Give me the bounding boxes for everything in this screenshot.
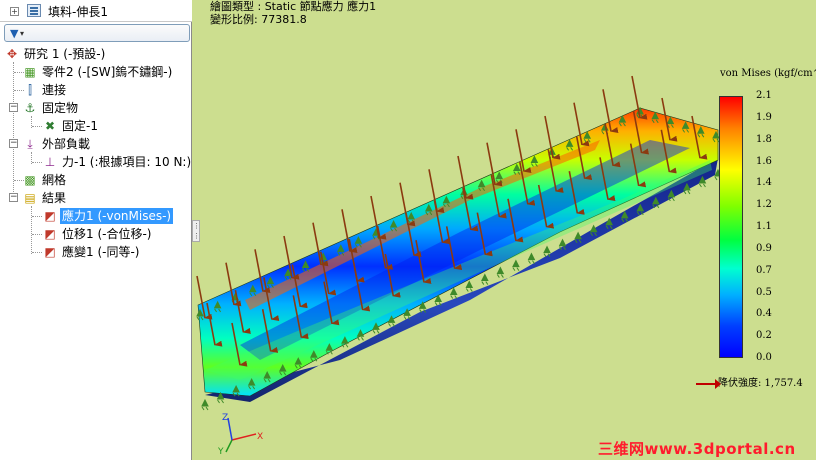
tree-item-label: 外部負載	[42, 137, 91, 151]
mesh-icon: ▩	[24, 173, 36, 187]
yield-strength-indicator: 降伏強度: 1,757.4	[696, 374, 803, 389]
tree-connector	[32, 126, 42, 127]
tree-item-label: 填料-伸長1	[48, 5, 108, 19]
colorbar-tick-label: 0.4	[756, 308, 772, 320]
tree-item-label: 網格	[42, 173, 67, 187]
strain-plot-icon: ◩	[44, 245, 56, 259]
expand-icon[interactable]: +	[10, 7, 19, 16]
feature-tree-panel: + 填料-伸長1 ▼ ▾ ✥ 研究 1 (-預設-) ▦ 零件2 (-[SW]鎢…	[0, 0, 192, 460]
colorbar-tick-label: 0.0	[756, 352, 772, 363]
stress-colorbar[interactable]	[719, 96, 743, 358]
tree-filter-bar[interactable]: ▼ ▾	[4, 24, 190, 42]
tree-item-label: 結果	[42, 191, 67, 205]
colorbar-tick-label: 1.1	[756, 221, 772, 232]
colorbar-tick-label: 1.9	[756, 111, 772, 123]
part-icon: ▦	[24, 65, 36, 79]
tree-item-label: 固定-1	[62, 119, 98, 133]
tree-item-label: 應變1 (-同等-)	[62, 245, 140, 259]
yield-strength-text: 降伏強度: 1,757.4	[718, 378, 803, 389]
results-folder-icon: ▤	[24, 191, 36, 205]
tree-item-label: 力-1 (:根據項目: 10 N:)	[62, 155, 192, 169]
tree-item-label: 連接	[42, 83, 67, 97]
tree-item-label: 位移1 (-合位移-)	[62, 227, 152, 241]
fixtures-icon: ⚓	[24, 101, 36, 115]
colorbar-tick-label: 0.9	[756, 242, 772, 254]
chevron-down-icon[interactable]: ▾	[20, 29, 24, 38]
collapse-icon[interactable]: −	[9, 139, 18, 148]
tree-item-label: 固定物	[42, 101, 79, 115]
tree-item-top-feature[interactable]: + 填料-伸長1	[0, 0, 192, 22]
colorbar-tick-label: 2.1	[756, 90, 772, 101]
colorbar-tick-label: 0.5	[756, 286, 772, 298]
colorbar-tick-label: 1.6	[756, 155, 772, 167]
tree-connector	[32, 216, 42, 217]
restraint-symbol	[496, 266, 505, 278]
colorbar-tick-label: 1.2	[756, 199, 772, 211]
plot-info: 繪圖類型 : Static 節點應力 應力1 變形比例: 77381.8	[210, 0, 376, 26]
axis-z-label: Z	[222, 413, 228, 423]
colorbar-tick-label: 1.8	[756, 133, 772, 145]
feature-icon	[27, 4, 41, 17]
orientation-triad[interactable]: X Y Z	[217, 413, 263, 457]
tree-item-label: 零件2 (-[SW]鎢不鏽鋼-)	[42, 65, 173, 79]
watermark: 三维网www.3dportal.cn	[598, 440, 796, 458]
deformation-scale-text: 變形比例: 77381.8	[210, 13, 307, 26]
displacement-plot-icon: ◩	[44, 227, 56, 241]
plot-type-text: 繪圖類型 : Static 節點應力 應力1	[210, 0, 377, 13]
restraint-symbol	[481, 273, 489, 285]
restraint-symbol	[527, 252, 536, 264]
colorbar-tick-label: 0.2	[756, 330, 772, 342]
collapse-icon[interactable]: −	[9, 193, 18, 202]
connections-icon: ⫿	[28, 82, 32, 97]
axis-x-label: X	[257, 432, 263, 442]
axis-y-label: Y	[217, 447, 224, 457]
tree-connector	[32, 162, 42, 163]
restraint-symbol	[465, 280, 474, 292]
restraint-symbol	[543, 245, 551, 257]
fixed-icon: ✖	[44, 119, 56, 133]
tree-connector	[31, 206, 32, 254]
restraint-symbol	[449, 287, 458, 299]
yield-arrow-icon	[696, 378, 721, 389]
stress-plot-icon: ◩	[44, 209, 56, 223]
tree-connector	[32, 234, 42, 235]
force-icon: ⊥	[44, 155, 56, 169]
funnel-icon[interactable]: ▼	[10, 27, 18, 40]
restraint-symbol	[201, 398, 209, 411]
external-load-icon: ⤓	[27, 136, 33, 151]
colorbar-tick-label: 0.7	[756, 264, 772, 276]
collapse-icon[interactable]: −	[9, 103, 18, 112]
study-icon: ✥	[6, 47, 18, 61]
tree-connector	[32, 252, 42, 253]
legend-title: von Mises (kgf/cm^2)	[720, 68, 816, 79]
tree-item-label: 應力1 (-vonMises-)	[60, 208, 174, 224]
tree-item-label: 研究 1 (-預設-)	[24, 47, 106, 61]
colorbar-tick-label: 1.4	[756, 177, 772, 189]
restraint-symbol	[512, 259, 520, 271]
